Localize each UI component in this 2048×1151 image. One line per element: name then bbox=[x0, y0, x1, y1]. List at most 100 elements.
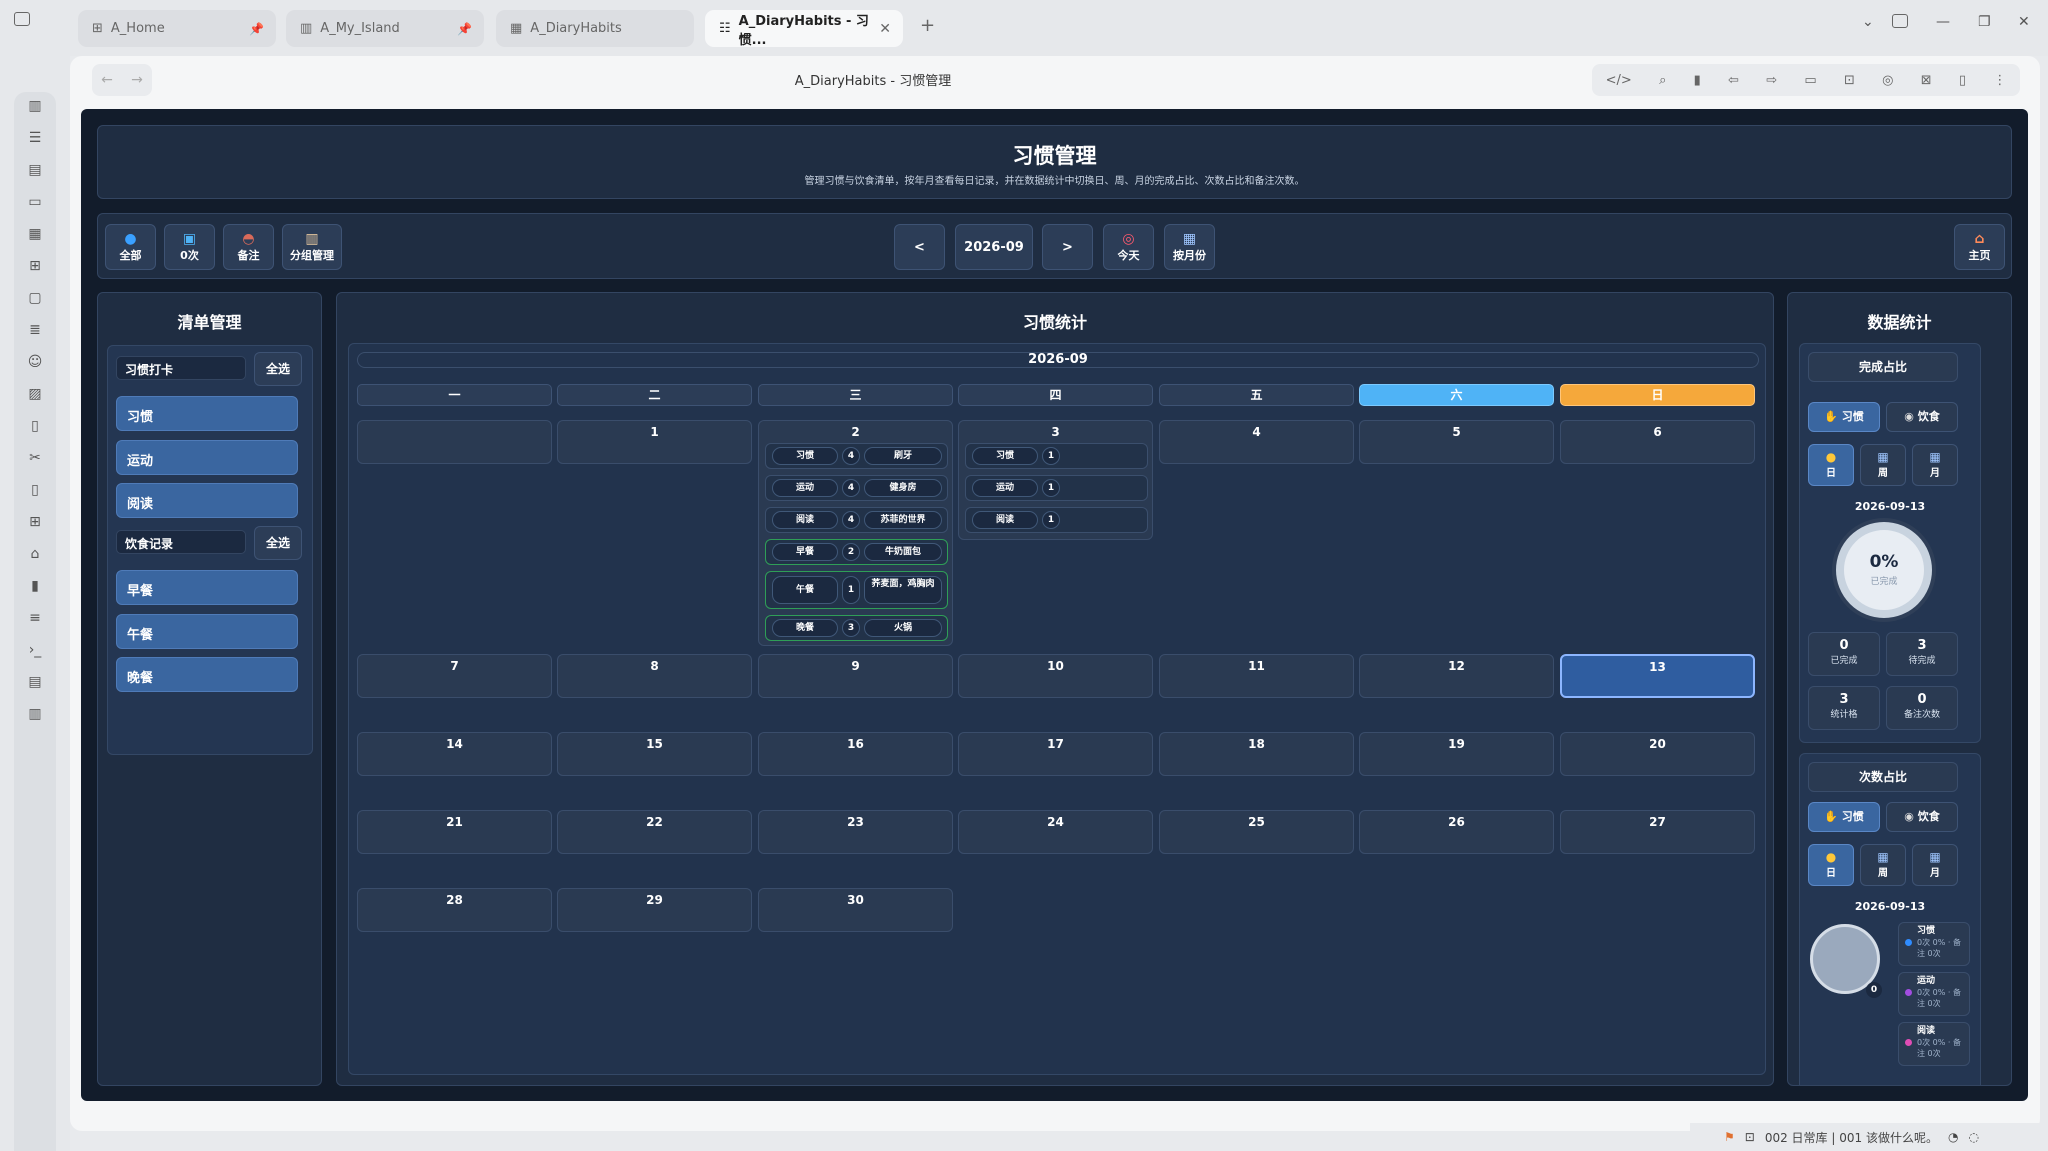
group-manage-button[interactable]: ▥ 分组管理 bbox=[282, 224, 342, 270]
count-period-week[interactable]: ▦ 周 bbox=[1860, 844, 1906, 886]
calendar-day-15[interactable]: 15 bbox=[557, 732, 752, 776]
back-link-icon[interactable]: ⇦ bbox=[1728, 73, 1739, 88]
day-entry-food[interactable]: 早餐 2 牛奶面包 bbox=[765, 539, 948, 565]
chevron-down-icon[interactable]: ⌄ bbox=[1862, 14, 1874, 30]
count-period-month[interactable]: ▦ 月 bbox=[1912, 844, 1958, 886]
calendar-day-3[interactable]: 3 习惯 1 运动 1 阅读 1 bbox=[958, 420, 1153, 540]
table-icon[interactable]: ▤ bbox=[25, 672, 45, 692]
filter-note-button[interactable]: ◓ 备注 bbox=[223, 224, 274, 270]
lock-icon[interactable]: ⊡ bbox=[1745, 1130, 1755, 1144]
bookmark-icon[interactable]: ▯ bbox=[1959, 73, 1966, 88]
sync-icon[interactable]: ⚑ bbox=[1724, 1130, 1735, 1144]
completion-period-day[interactable]: ● 日 bbox=[1808, 444, 1854, 486]
trash-icon[interactable]: ▯ bbox=[25, 416, 45, 436]
book-icon[interactable]: ▤ bbox=[25, 160, 45, 180]
calendar-day-25[interactable]: 25 bbox=[1159, 810, 1354, 854]
day-entry-food[interactable]: 晚餐 3 火锅 bbox=[765, 615, 948, 641]
calendar-day-9[interactable]: 9 bbox=[758, 654, 953, 698]
calendar-day-1[interactable]: 1 bbox=[557, 420, 752, 464]
close-tab-icon[interactable]: ✕ bbox=[879, 21, 891, 37]
close-window-icon[interactable]: ✕ bbox=[2018, 14, 2030, 30]
home-icon[interactable]: ⌂ bbox=[25, 544, 45, 564]
terminal-icon[interactable]: ›_ bbox=[25, 640, 45, 660]
code-icon[interactable]: </> bbox=[1606, 73, 1632, 88]
smile-icon[interactable]: ☺ bbox=[25, 352, 45, 372]
new-tab-icon[interactable]: + bbox=[920, 15, 935, 36]
calendar-day-13-today[interactable]: 13 bbox=[1560, 654, 1755, 698]
calendar-day-10[interactable]: 10 bbox=[958, 654, 1153, 698]
list-item-breakfast[interactable]: 早餐 bbox=[116, 570, 298, 605]
calendar-day-27[interactable]: 27 bbox=[1560, 810, 1755, 854]
select-all-diet-button[interactable]: 全选 bbox=[254, 526, 302, 560]
list-item-habit[interactable]: 习惯 bbox=[116, 396, 298, 431]
day-entry[interactable]: 阅读 1 bbox=[965, 507, 1148, 533]
filter-all-button[interactable]: ● 全部 bbox=[105, 224, 156, 270]
close-box-icon[interactable]: ⊠ bbox=[1921, 73, 1932, 88]
day-entry-food[interactable]: 午餐 1 荞麦面，鸡胸肉 bbox=[765, 571, 948, 609]
calendar-day-2[interactable]: 2 习惯 4 刷牙 运动 4 健身房 阅读 4 苏菲的世界 早餐 2 牛奶面包 … bbox=[758, 420, 953, 646]
calendar-icon[interactable]: ▦ bbox=[25, 224, 45, 244]
grid-icon[interactable]: ⊞ bbox=[25, 256, 45, 276]
apps-icon[interactable]: ⊞ bbox=[25, 512, 45, 532]
calendar-day-12[interactable]: 12 bbox=[1359, 654, 1554, 698]
month-display[interactable]: 2026-09 bbox=[955, 224, 1033, 270]
calendar-day-5[interactable]: 5 bbox=[1359, 420, 1554, 464]
calendar-day-19[interactable]: 19 bbox=[1359, 732, 1554, 776]
day-entry[interactable]: 阅读 4 苏菲的世界 bbox=[765, 507, 948, 533]
count-habit-toggle[interactable]: ✋ 习惯 bbox=[1808, 802, 1880, 832]
calendar-day-8[interactable]: 8 bbox=[557, 654, 752, 698]
screen-icon[interactable]: ▭ bbox=[1804, 73, 1816, 88]
list-item-lunch[interactable]: 午餐 bbox=[116, 614, 298, 649]
forward-link-icon[interactable]: ⇨ bbox=[1766, 73, 1777, 88]
menu-icon[interactable]: ≡ bbox=[25, 608, 45, 628]
calendar-day-26[interactable]: 26 bbox=[1359, 810, 1554, 854]
layout-icon[interactable]: ▥ bbox=[25, 704, 45, 724]
calendar-day-29[interactable]: 29 bbox=[557, 888, 752, 932]
day-entry[interactable]: 运动 4 健身房 bbox=[765, 475, 948, 501]
day-entry[interactable]: 习惯 4 刷牙 bbox=[765, 443, 948, 469]
outline-icon[interactable]: ☰ bbox=[25, 128, 45, 148]
tools-icon[interactable]: ✂ bbox=[25, 448, 45, 468]
calendar-day-16[interactable]: 16 bbox=[758, 732, 953, 776]
count-period-day[interactable]: ● 日 bbox=[1808, 844, 1854, 886]
prev-month-button[interactable]: < bbox=[894, 224, 945, 270]
pin-icon[interactable]: 📌 bbox=[457, 22, 472, 36]
delete-icon[interactable]: ▯ bbox=[25, 480, 45, 500]
map-icon[interactable]: ▥ bbox=[25, 96, 45, 116]
bookmark-icon[interactable]: ▮ bbox=[25, 576, 45, 596]
completion-food-toggle[interactable]: ◉ 饮食 bbox=[1886, 402, 1958, 432]
calendar-day-20[interactable]: 20 bbox=[1560, 732, 1755, 776]
search-icon[interactable]: ⌕ bbox=[1659, 73, 1666, 88]
calendar-day-18[interactable]: 18 bbox=[1159, 732, 1354, 776]
calendar-day-23[interactable]: 23 bbox=[758, 810, 953, 854]
next-month-button[interactable]: > bbox=[1042, 224, 1093, 270]
list-item-exercise[interactable]: 运动 bbox=[116, 440, 298, 475]
list-item-dinner[interactable]: 晚餐 bbox=[116, 657, 298, 692]
file-icon[interactable]: ▢ bbox=[25, 288, 45, 308]
calendar-day-17[interactable]: 17 bbox=[958, 732, 1153, 776]
minimize-icon[interactable]: — bbox=[1936, 14, 1950, 30]
list-item-reading[interactable]: 阅读 bbox=[116, 483, 298, 518]
tab-home[interactable]: ⊞ A_Home 📌 bbox=[78, 10, 276, 47]
archive-icon[interactable]: ▭ bbox=[25, 192, 45, 212]
sidebar-right-icon[interactable] bbox=[1892, 14, 1908, 28]
today-button[interactable]: ◎ 今天 bbox=[1103, 224, 1154, 270]
calendar-day-22[interactable]: 22 bbox=[557, 810, 752, 854]
completion-habit-toggle[interactable]: ✋ 习惯 bbox=[1808, 402, 1880, 432]
sidebar-toggle-icon[interactable] bbox=[14, 12, 30, 26]
calendar-day-4[interactable]: 4 bbox=[1159, 420, 1354, 464]
lock-icon[interactable]: ⊡ bbox=[1844, 73, 1855, 88]
pin-icon[interactable]: 📌 bbox=[249, 22, 264, 36]
filter-zero-button[interactable]: ▣ 0次 bbox=[164, 224, 215, 270]
chat-icon[interactable]: ◌ bbox=[1968, 1130, 1978, 1144]
calendar-day-21[interactable]: 21 bbox=[357, 810, 552, 854]
calendar-day-14[interactable]: 14 bbox=[357, 732, 552, 776]
select-all-habit-button[interactable]: 全选 bbox=[254, 352, 302, 386]
calendar-day-24[interactable]: 24 bbox=[958, 810, 1153, 854]
calendar-day-7[interactable]: 7 bbox=[357, 654, 552, 698]
calendar-day-11[interactable]: 11 bbox=[1159, 654, 1354, 698]
completion-period-week[interactable]: ▦ 周 bbox=[1860, 444, 1906, 486]
count-food-toggle[interactable]: ◉ 饮食 bbox=[1886, 802, 1958, 832]
restore-icon[interactable]: ❐ bbox=[1978, 14, 1991, 30]
camera-icon[interactable]: ◎ bbox=[1882, 73, 1893, 88]
